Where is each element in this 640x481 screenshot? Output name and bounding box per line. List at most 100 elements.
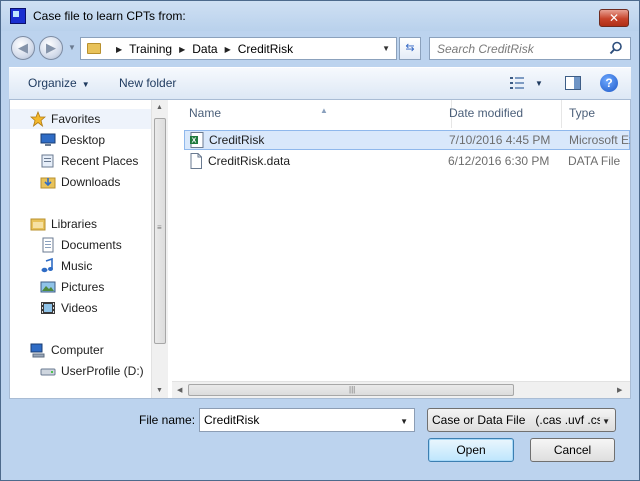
- nav-desktop-label: Desktop: [61, 133, 106, 147]
- file-name: CreditRisk.data: [208, 154, 291, 168]
- close-button[interactable]: ✕: [599, 9, 629, 27]
- breadcrumb-item-creditrisk[interactable]: CreditRisk: [238, 42, 293, 56]
- file-type-filter-value: Case or Data File (.cas .uvf .csv: [432, 413, 609, 427]
- scroll-right-icon[interactable]: ▶: [617, 386, 622, 394]
- nav-videos-label: Videos: [61, 301, 98, 315]
- nav-desktop[interactable]: Desktop: [40, 130, 105, 150]
- navigation-scrollbar[interactable]: ▲ ≡ ▼: [151, 100, 168, 398]
- nav-userprofile-drive[interactable]: UserProfile (D:): [40, 361, 144, 381]
- column-header-type[interactable]: Type: [562, 100, 630, 128]
- horizontal-scrollbar[interactable]: ◀ ||| ▶: [172, 381, 630, 398]
- address-bar[interactable]: ▶ Training ▶ Data ▶ CreditRisk ▼: [80, 37, 397, 60]
- preview-pane-icon[interactable]: [565, 76, 581, 90]
- column-header-date-label: Date modified: [449, 106, 524, 120]
- view-options-dropdown-icon[interactable]: ▼: [535, 79, 543, 88]
- column-header-name[interactable]: Name ▲: [182, 100, 452, 128]
- nav-pictures[interactable]: Pictures: [40, 277, 104, 297]
- scroll-up-icon[interactable]: ▲: [156, 104, 163, 111]
- command-bar: Organize ▼ New folder ▼ ?: [9, 67, 631, 99]
- nav-userprofile-label: UserProfile (D:): [61, 364, 144, 378]
- address-dropdown-icon[interactable]: ▼: [382, 44, 390, 53]
- generic-file-icon: [190, 153, 202, 169]
- help-icon[interactable]: ?: [600, 74, 618, 92]
- nav-documents[interactable]: Documents: [40, 235, 122, 255]
- change-view-icon[interactable]: [510, 77, 526, 89]
- file-name: CreditRisk: [209, 133, 265, 147]
- breadcrumb-item-data[interactable]: Data: [192, 42, 217, 56]
- nav-recent-places-label: Recent Places: [61, 154, 139, 168]
- refresh-icon: ⇆: [405, 42, 415, 54]
- folder-icon: [87, 43, 101, 54]
- nav-favorites-label: Favorites: [51, 112, 101, 126]
- grip-icon: |||: [349, 385, 356, 394]
- scroll-down-icon[interactable]: ▼: [156, 387, 163, 394]
- file-date: 7/10/2016 4:45 PM: [449, 133, 551, 147]
- address-row: ◀ ▶ ▼ ▶ Training ▶ Data ▶ CreditRisk ▼ ⇆: [1, 31, 639, 65]
- nav-recent-places[interactable]: Recent Places: [40, 151, 138, 171]
- nav-downloads[interactable]: Downloads: [40, 172, 120, 192]
- file-name-input[interactable]: [200, 409, 390, 431]
- scroll-left-icon[interactable]: ◀: [177, 386, 182, 394]
- documents-icon: [42, 237, 54, 253]
- history-dropdown-icon[interactable]: ▼: [68, 43, 76, 52]
- nav-videos[interactable]: Videos: [40, 298, 97, 318]
- star-icon: [30, 111, 46, 127]
- refresh-button[interactable]: ⇆: [399, 37, 421, 60]
- nav-computer[interactable]: Computer: [30, 340, 104, 360]
- search-icon[interactable]: [609, 41, 623, 55]
- breadcrumb-separator-icon[interactable]: ▶: [179, 45, 185, 54]
- recent-places-icon: [41, 154, 54, 168]
- file-type-dropdown-icon[interactable]: ▼: [600, 417, 610, 426]
- nav-music-label: Music: [61, 259, 93, 273]
- breadcrumb-separator-icon[interactable]: ▶: [225, 45, 231, 54]
- file-list: Name ▲ Date modified Type X CreditRisk 7…: [172, 100, 630, 398]
- nav-music[interactable]: Music: [40, 256, 92, 276]
- libraries-icon: [30, 218, 46, 231]
- sort-ascending-icon: ▲: [320, 106, 328, 115]
- open-button[interactable]: Open: [428, 438, 514, 462]
- computer-icon: [30, 343, 45, 358]
- file-row-creditrisk[interactable]: X CreditRisk 7/10/2016 4:45 PM Microsoft…: [184, 130, 630, 150]
- file-row-creditrisk-data[interactable]: CreditRisk.data 6/12/2016 6:30 PM DATA F…: [184, 152, 630, 172]
- file-name-dropdown-icon[interactable]: ▼: [400, 417, 408, 426]
- new-folder-button[interactable]: New folder: [119, 76, 176, 90]
- chevron-down-icon: ▼: [81, 80, 90, 89]
- excel-file-icon: X: [190, 132, 204, 148]
- file-name-label: File name:: [139, 413, 196, 427]
- nav-favorites[interactable]: Favorites: [10, 109, 151, 129]
- forward-button[interactable]: ▶: [39, 36, 63, 60]
- nav-libraries[interactable]: Libraries: [30, 214, 97, 234]
- app-icon: [10, 8, 26, 24]
- search-input[interactable]: [430, 38, 608, 59]
- file-type: Microsoft Ex: [569, 133, 630, 147]
- breadcrumb-item-training[interactable]: Training: [129, 42, 172, 56]
- file-name-combobox[interactable]: ▼: [199, 408, 415, 432]
- organize-button[interactable]: Organize ▼: [28, 76, 90, 90]
- drive-icon: [40, 368, 56, 376]
- column-header-date[interactable]: Date modified: [442, 100, 562, 128]
- breadcrumb-separator-icon[interactable]: ▶: [116, 45, 122, 54]
- pictures-icon: [40, 281, 56, 293]
- back-button[interactable]: ◀: [11, 36, 35, 60]
- cancel-button[interactable]: Cancel: [530, 438, 615, 462]
- grip-icon: ≡: [157, 223, 162, 232]
- open-file-dialog: Case file to learn CPTs from: ✕ ◀ ▶ ▼ ▶ …: [0, 0, 640, 481]
- videos-icon: [41, 302, 55, 314]
- browser-pane: Favorites Desktop Recent Places Download…: [9, 99, 631, 399]
- file-type-filter[interactable]: Case or Data File (.cas .uvf .csv ▼: [427, 408, 616, 432]
- navigation-scrollbar-thumb[interactable]: ≡: [154, 118, 166, 344]
- title-bar[interactable]: Case file to learn CPTs from: ✕: [1, 1, 639, 31]
- nav-computer-label: Computer: [51, 343, 104, 357]
- column-header-type-label: Type: [569, 106, 596, 120]
- search-box[interactable]: [429, 37, 631, 60]
- file-type: DATA File: [568, 154, 621, 168]
- navigation-pane: Favorites Desktop Recent Places Download…: [10, 100, 151, 398]
- window-title: Case file to learn CPTs from:: [33, 9, 186, 23]
- horizontal-scrollbar-thumb[interactable]: |||: [188, 384, 514, 396]
- column-header-name-label: Name: [189, 106, 222, 120]
- svg-text:X: X: [192, 138, 197, 145]
- nav-pictures-label: Pictures: [61, 280, 105, 294]
- nav-documents-label: Documents: [61, 238, 122, 252]
- desktop-icon: [40, 133, 56, 146]
- organize-label: Organize: [28, 76, 77, 90]
